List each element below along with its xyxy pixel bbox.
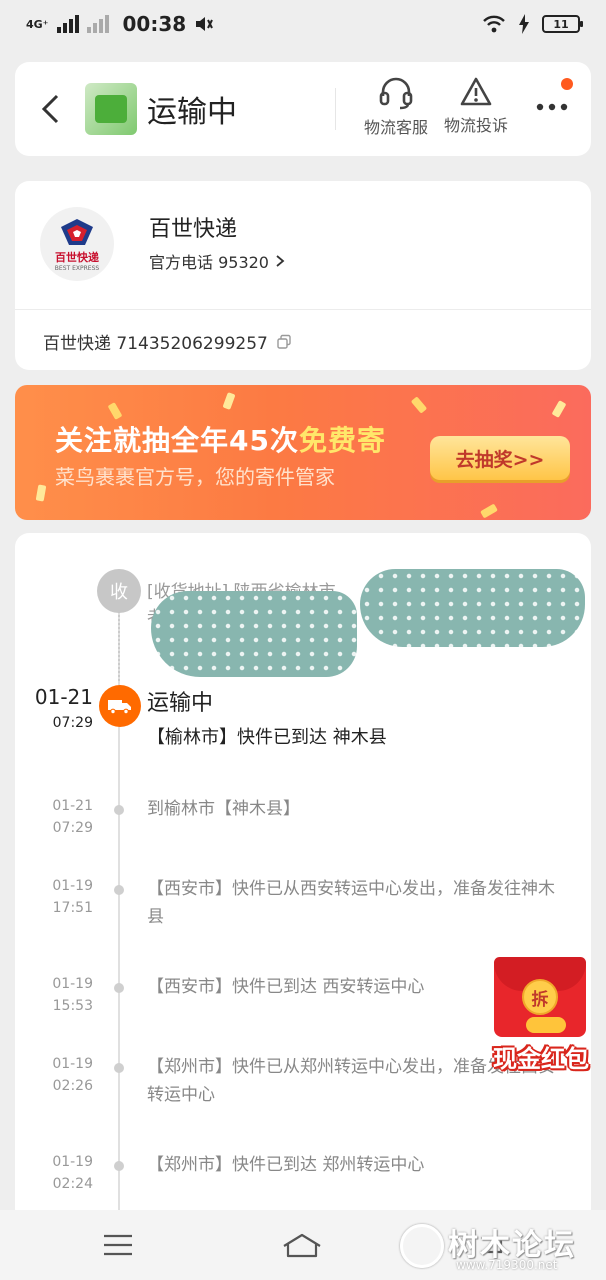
menu-icon [104,1234,132,1256]
current-status: 运输中 [147,691,214,716]
event-date: 01-19 17:51 [52,878,93,916]
courier-card: 百世快递 BEST EXPRESS 百世快递 官方电话 95320 百世快递 7… [15,181,591,370]
event-dot [114,1063,124,1073]
mute-icon [196,17,214,31]
event-date: 01-19 15:53 [52,976,93,1014]
event-dot [114,983,124,993]
tracking-number: 百世快递 71435206299257 [43,334,268,354]
event-date: 01-21 07:29 [52,798,93,836]
red-packet-seal: 拆 [522,979,558,1015]
draw-lottery-button[interactable]: 去抽奖>> [430,436,570,480]
menu-nav-button[interactable] [98,1225,138,1265]
promo-subline: 菜鸟裹裹官方号，您的寄件管家 [55,465,335,489]
courier-phone: 官方电话 95320 [149,253,269,272]
logistics-complaint-label: 物流投诉 [443,116,508,135]
coins-icon [526,1017,566,1033]
current-event-text: 【榆林市】快件已到达 神木县 [147,727,387,748]
current-event-time: 07:29 [52,715,93,731]
event-text: 【西安市】快件已从西安转运中心发出，准备发往神木县 [147,879,555,927]
home-nav-button[interactable] [282,1225,322,1265]
header-divider [335,88,336,130]
more-button[interactable] [527,78,577,132]
current-event-date: 01-21 [34,685,93,709]
event-date: 01-19 02:24 [52,1154,93,1192]
page-title: 运输中 [147,95,237,130]
logo-text: 百世快递 [55,250,99,264]
redaction-blot [151,591,357,677]
event-date: 01-19 02:26 [52,1056,93,1094]
watermark-url: www.719300.net [456,1258,558,1272]
chevron-right-icon [276,255,285,267]
logistics-complaint-button[interactable]: 物流投诉 [436,76,516,136]
event-text: 【郑州市】快件已到达 郑州转运中心 [147,1155,425,1175]
tracking-number-row[interactable]: 百世快递 71435206299257 [43,329,292,354]
cash-red-packet-button[interactable]: 拆 现金红包 [474,955,606,1080]
logo-en-text: BEST EXPRESS [54,264,100,272]
charging-icon [519,14,529,34]
warning-icon [460,77,492,106]
headset-icon [379,77,413,110]
red-packet-label: 现金红包 [493,1045,589,1073]
signal-icon [56,15,79,33]
home-icon [283,1233,321,1258]
event-dot [114,805,124,815]
promo-headline-text: 关注就抽全年45次 [55,424,299,457]
courier-phone-link[interactable]: 官方电话 95320 [149,249,285,273]
chevron-left-icon [41,94,59,124]
back-button[interactable] [15,62,85,156]
promo-headline-highlight: 免费寄 [298,424,386,457]
network-type: 4G⁺ [26,17,49,31]
event-text: 到榆林市【神木县】 [147,799,300,819]
best-express-logo-icon [61,218,93,245]
status-bar: 4G⁺ 00:38 11 [0,0,606,48]
package-thumbnail[interactable] [85,83,137,135]
logistics-service-label: 物流客服 [363,118,428,137]
promo-headline: 关注就抽全年45次免费寄 [55,419,386,459]
notification-dot [561,78,573,90]
forum-watermark: 树木论坛 www.719300.net [400,1220,600,1276]
event-dot [114,1161,124,1171]
wifi-icon [483,15,505,33]
redaction-blot [360,569,585,647]
copy-icon[interactable] [276,334,292,350]
divider [15,309,591,310]
tracking-timeline: 收 [收货地址] 陕西省榆林市 者 01-21 07:29 运输中 【榆林市】快… [15,533,591,1223]
signal-2-icon [86,15,109,33]
header-bar: 运输中 物流客服 物流投诉 [15,62,591,156]
courier-name: 百世快递 [149,217,238,242]
battery-indicator: 11 [542,15,583,33]
logistics-service-button[interactable]: 物流客服 [356,76,436,138]
watermark-logo [400,1224,444,1268]
promo-banner[interactable]: 关注就抽全年45次免费寄 菜鸟裹裹官方号，您的寄件管家 去抽奖>> [15,385,591,520]
truck-icon [99,685,141,727]
clock: 00:38 [122,12,187,36]
timeline-dotted-line [118,611,120,681]
event-dot [114,885,124,895]
more-dots-icon [536,103,568,111]
courier-logo: 百世快递 BEST EXPRESS [40,207,114,281]
receiver-badge: 收 [97,569,141,613]
